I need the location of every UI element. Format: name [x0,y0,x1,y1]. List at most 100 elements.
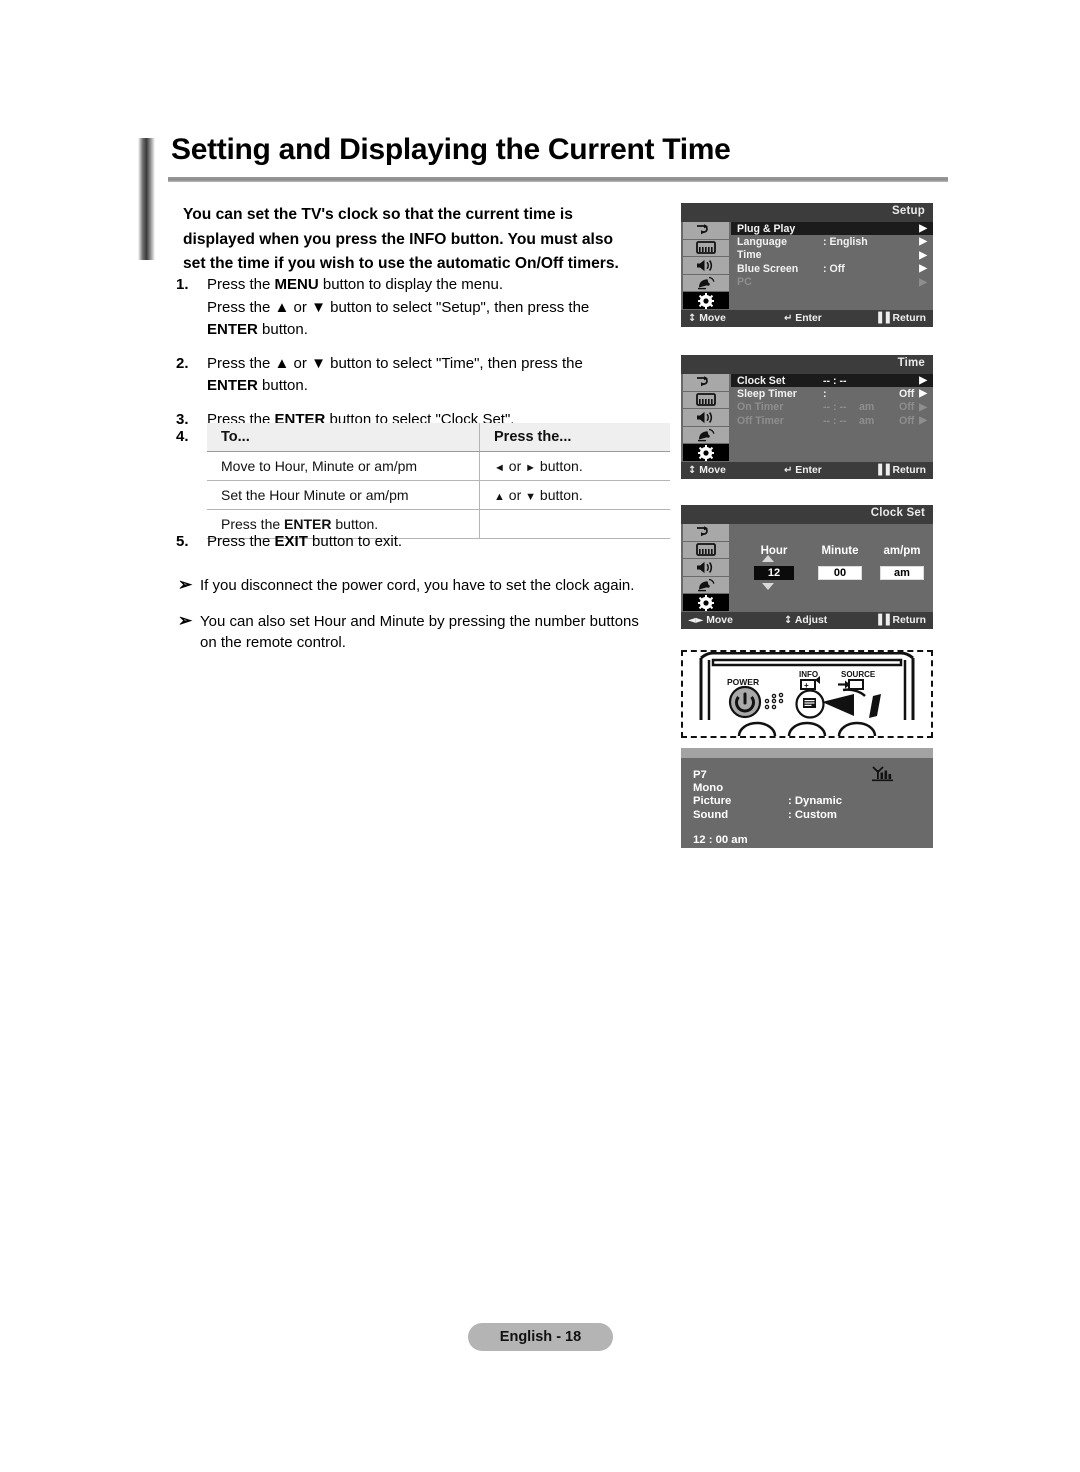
step-text: Press the EXIT button to exit. [207,531,676,554]
menu-value-ampm: am [859,401,875,414]
satellite-dish-icon[interactable] [683,274,729,293]
input-source-icon[interactable] [683,222,729,240]
minute-field[interactable]: 00 [818,566,862,580]
menu-item-on-timer[interactable]: On Timer -- : -- am Off ▶ [731,401,933,414]
gear-icon[interactable] [683,444,729,462]
menu-item-off-timer[interactable]: Off Timer -- : -- am Off ▶ [731,414,933,427]
cell-post: button. [331,516,379,532]
input-source-icon[interactable] [683,524,729,542]
power-label: POWER [727,677,759,687]
exit-keyword: EXIT [274,533,308,550]
osd-menu-list: Clock Set -- : -- ▶ Sleep Timer : Off ▶ … [731,374,933,462]
chevron-right-icon: ▶ [919,415,927,427]
tv-info-banner: P7 Mono Picture : Dynamic Sound : Custom… [681,748,933,848]
signal-strength-icon [871,766,895,787]
menu-icon: ▐▐ [874,615,890,626]
menu-keyword: MENU [274,276,319,293]
down-arrow-icon: ▼ [311,354,326,372]
picture-value: : Dynamic [788,795,842,808]
step-item-2: 2. Press the ▲ or ▼ button to select "Ti… [176,353,676,398]
satellite-dish-icon[interactable] [683,576,729,595]
increment-arrow-icon[interactable] [762,555,774,562]
chevron-right-icon: ▶ [919,388,927,400]
footer-move-label: Move [699,313,726,324]
step5-pre: Press the [207,533,275,550]
menu-item-plug-and-play[interactable]: Plug & Play ▶ [731,222,933,236]
gear-icon[interactable] [683,292,729,310]
menu-label: Off Timer [737,414,784,427]
hour-field[interactable]: 12 [754,566,794,580]
note-text: If you disconnect the power cord, you ha… [200,577,635,594]
remote-control-diagram: POWER INFO + SOURCE [681,650,933,738]
minute-field-wrap: 00 [809,566,871,580]
right-arrow-icon: ► [525,462,537,474]
menu-item-language[interactable]: Language : English ▶ [731,235,933,248]
cell-action: Set the Hour Minute or am/pm [207,480,480,510]
updown-arrow-icon: ↕ [784,615,793,626]
footer-adjust: ↕ Adjust [774,615,862,626]
menu-item-time[interactable]: Time ▶ [731,249,933,262]
picture-icon[interactable] [683,239,729,258]
cell-pre: Press the [221,516,285,532]
note-item: ➢ If you disconnect the power cord, you … [178,575,658,597]
source-label: SOURCE [841,670,876,679]
svg-text:+: + [804,681,809,690]
enter-icon: ↵ [784,313,793,324]
chevron-right-icon: ▶ [919,236,927,248]
gear-icon[interactable] [683,594,729,612]
menu-item-blue-screen[interactable]: Blue Screen : Off ▶ [731,262,933,275]
picture-icon[interactable] [683,391,729,410]
speaker-icon[interactable] [683,409,729,427]
speaker-icon[interactable] [683,257,729,275]
column-header-press: Press the... [479,423,670,452]
ampm-label: am/pm [883,545,921,557]
enter-icon: ↵ [784,465,793,476]
speaker-icon[interactable] [683,559,729,577]
footer-return: ▐▐ Return [862,615,926,626]
chevron-right-icon: ▶ [919,401,927,413]
ampm-field[interactable]: am [880,566,924,580]
chevron-right-icon: ▶ [919,375,927,386]
info-label: INFO [799,670,818,679]
footer-enter-label: Enter [795,313,822,324]
up-arrow-icon: ▲ [494,491,505,503]
procedure-table: To... Press the... Move to Hour, Minute … [207,423,670,539]
satellite-dish-icon[interactable] [683,426,729,445]
sound-key: Sound [693,808,729,821]
clock-set-fields: Hour Minute am/pm 12 00 am [739,524,933,612]
step2-line1-or: or [289,354,312,372]
table-header-row: To... Press the... [207,423,670,452]
osd-icon-column [683,222,729,310]
cell-button: ◄ or ► button. [479,451,670,481]
picture-icon[interactable] [683,541,729,560]
menu-item-pc[interactable]: PC ▶ [731,276,933,289]
step-number: 5. [176,533,189,550]
menu-label: Clock Set [737,374,786,387]
menu-item-sleep-timer[interactable]: Sleep Timer : Off ▶ [731,387,933,400]
osd-menu-list: Plug & Play ▶ Language : English ▶ Time … [731,222,933,310]
page-title-block: Setting and Displaying the Current Time [138,133,948,260]
menu-item-clock-set[interactable]: Clock Set -- : -- ▶ [731,374,933,388]
audio-mode: Mono [693,782,724,795]
info-row-audio: Mono [693,782,933,795]
osd-body: Hour Minute am/pm 12 00 am [681,524,933,612]
decrement-arrow-icon[interactable] [762,583,774,590]
menu-value-state: Off [899,388,915,401]
footer-return-label: Return [892,313,926,324]
footer-move: ↕ Move [688,465,774,476]
footer-return: ▐▐ Return [862,313,926,324]
footer-move-label: Move [706,615,733,626]
input-source-icon[interactable] [683,374,729,392]
menu-value-ampm: am [859,414,875,427]
step1-line1-pre: Press the [207,276,275,293]
osd-panel-clock-set: Clock Set Hour Minute am/pm 12 00 am ◄► … [681,505,933,629]
osd-body: Clock Set -- : -- ▶ Sleep Timer : Off ▶ … [681,374,933,462]
remote-control-illustration: POWER INFO + SOURCE [699,652,915,736]
menu-icon: ▐▐ [874,465,890,476]
footer-move: ↕ Move [688,313,774,324]
manual-page: Setting and Displaying the Current Time … [0,0,1080,1472]
menu-value-state: Off [899,414,915,427]
osd-footer: ↕ Move ↵ Enter ▐▐ Return [681,462,933,479]
table-row: Move to Hour, Minute or am/pm ◄ or ► but… [207,451,670,481]
step1-line2-post: button to select "Setup", then press the [325,298,590,316]
